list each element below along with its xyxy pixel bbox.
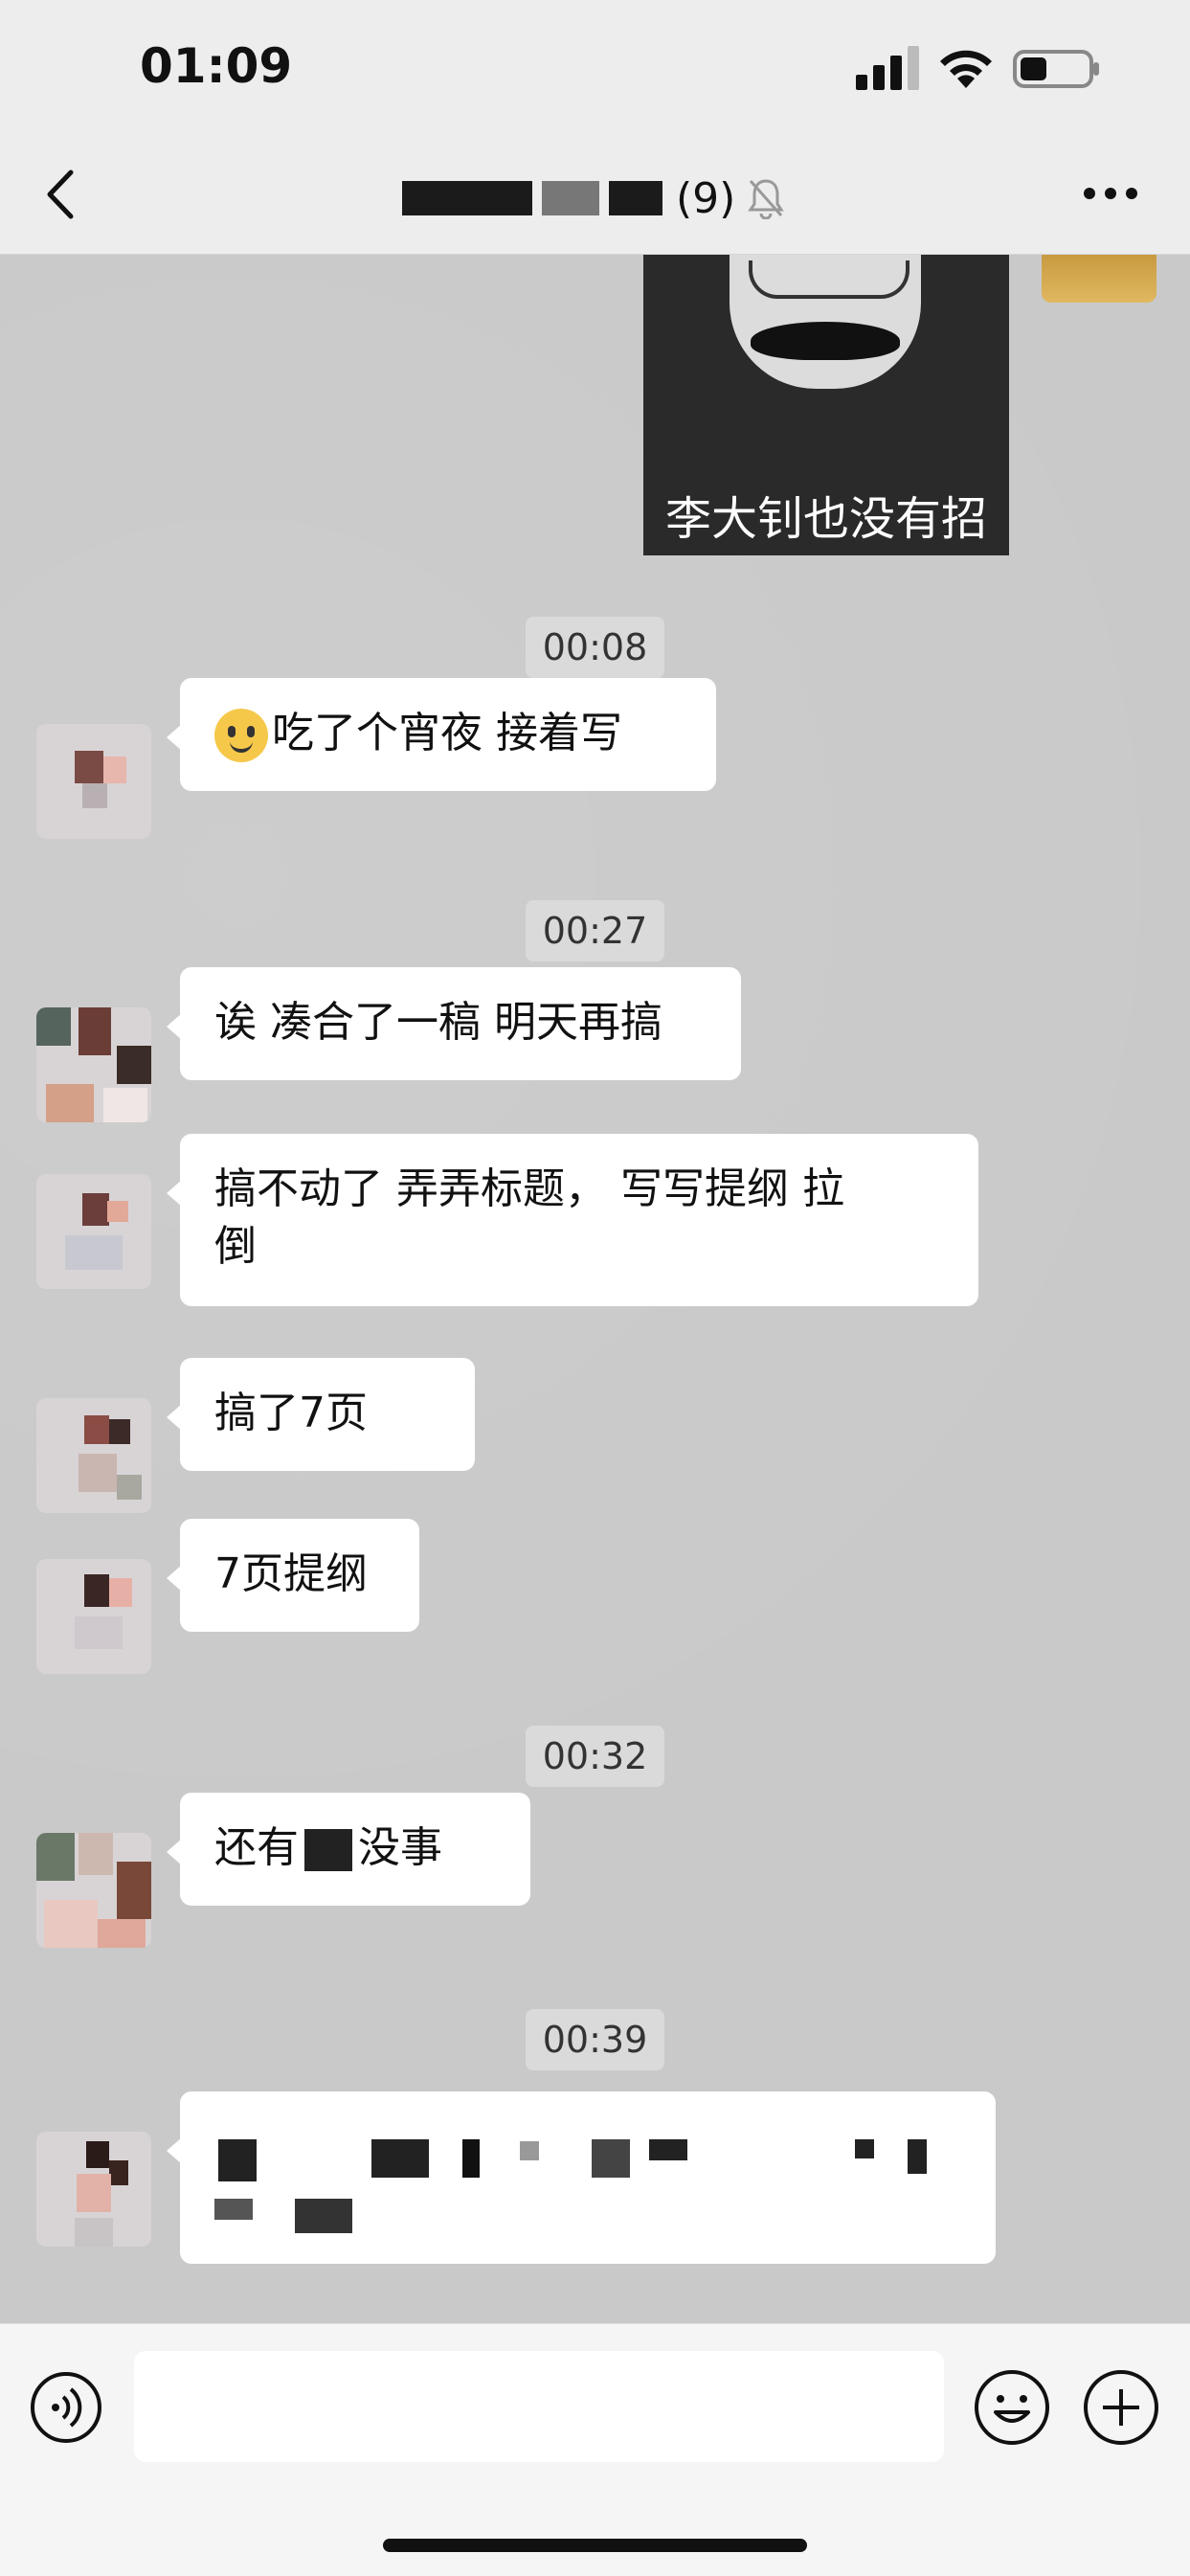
chat-header: (9) — [0, 144, 1190, 255]
message-input[interactable] — [134, 2351, 944, 2462]
timestamp: 00:27 — [0, 900, 1190, 961]
avatar[interactable] — [36, 1398, 151, 1513]
sticker-glasses — [749, 260, 909, 299]
redacted-text-block — [649, 2139, 687, 2160]
home-indicator[interactable] — [383, 2539, 807, 2552]
redacted-text-block — [855, 2139, 874, 2158]
redacted-text-block — [908, 2139, 927, 2174]
wifi-icon — [940, 50, 992, 88]
message-bubble[interactable]: 吃了个宵夜 接着写 — [167, 678, 716, 791]
timestamp: 00:08 — [0, 617, 1190, 678]
message-text-suffix: 没事 — [358, 1823, 442, 1872]
redacted-text-block — [592, 2139, 630, 2178]
redacted-text-block — [218, 2139, 257, 2181]
redacted-text-block — [520, 2141, 539, 2160]
emoji-icon[interactable] — [973, 2368, 1051, 2447]
timestamp: 00:39 — [0, 2009, 1190, 2070]
avatar[interactable] — [36, 1007, 151, 1122]
voice-input-icon[interactable] — [29, 2370, 103, 2445]
sticker-image[interactable]: 李大钊也没有招 — [643, 255, 1009, 555]
avatar[interactable] — [36, 1174, 151, 1289]
avatar[interactable] — [36, 2132, 151, 2247]
status-bar: 01:09 — [0, 0, 1190, 144]
message-bubble-redacted[interactable] — [167, 2091, 996, 2264]
message-text: 诶 凑合了一稿 明天再搞 — [214, 998, 662, 1047]
smiling-face-emoji-icon — [214, 709, 268, 762]
plus-icon[interactable] — [1082, 2368, 1160, 2447]
redacted-title-block — [402, 181, 532, 215]
message-text-line: 倒 — [214, 1222, 257, 1271]
message-bubble[interactable]: 搞不动了 弄弄标题， 写写提纲 拉 倒 — [167, 1134, 978, 1306]
message-text-line: 搞不动了 弄弄标题， 写写提纲 拉 — [214, 1164, 844, 1213]
message-text: 吃了个宵夜 接着写 — [272, 709, 622, 757]
cellular-signal-icon — [856, 46, 919, 90]
timestamp: 00:32 — [0, 1726, 1190, 1787]
redacted-title-block — [609, 181, 662, 215]
chat-title[interactable]: (9) — [402, 165, 785, 232]
message-bubble[interactable]: 搞了7页 — [167, 1358, 475, 1471]
self-avatar[interactable] — [1042, 255, 1156, 303]
input-bar — [0, 2323, 1190, 2576]
battery-icon — [1013, 50, 1099, 88]
message-bubble[interactable]: 7页提纲 — [167, 1519, 419, 1632]
more-options-icon[interactable] — [1082, 182, 1139, 205]
avatar[interactable] — [36, 1833, 151, 1948]
sticker-mustache — [751, 322, 900, 360]
redacted-text-block — [295, 2199, 352, 2233]
message-bubble[interactable]: 还有 没事 — [167, 1793, 530, 1906]
back-arrow-icon[interactable] — [38, 161, 86, 228]
redacted-text-block — [214, 2199, 253, 2220]
avatar[interactable] — [36, 1559, 151, 1674]
timestamp-label: 00:32 — [525, 1726, 665, 1787]
avatar[interactable] — [36, 724, 151, 839]
redacted-title-block — [542, 181, 599, 215]
timestamp-label: 00:08 — [525, 617, 665, 678]
message-text: 7页提纲 — [214, 1549, 368, 1598]
chat-message-list[interactable]: 李大钊也没有招 00:08 吃了个宵夜 接着写 00:27 诶 凑合了一稿 明天… — [0, 255, 1190, 2323]
timestamp-label: 00:39 — [525, 2009, 665, 2070]
redacted-text-block — [371, 2139, 429, 2178]
mute-bell-icon — [748, 179, 785, 219]
redacted-text-block — [462, 2139, 480, 2178]
timestamp-label: 00:27 — [525, 900, 665, 961]
message-text: 搞了7页 — [214, 1389, 368, 1437]
member-count: (9) — [676, 173, 736, 223]
message-text-prefix: 还有 — [214, 1823, 299, 1872]
status-time: 01:09 — [140, 38, 293, 94]
sticker-caption: 李大钊也没有招 — [664, 492, 987, 546]
redacted-text-block — [304, 1829, 352, 1871]
message-bubble[interactable]: 诶 凑合了一稿 明天再搞 — [167, 967, 741, 1080]
